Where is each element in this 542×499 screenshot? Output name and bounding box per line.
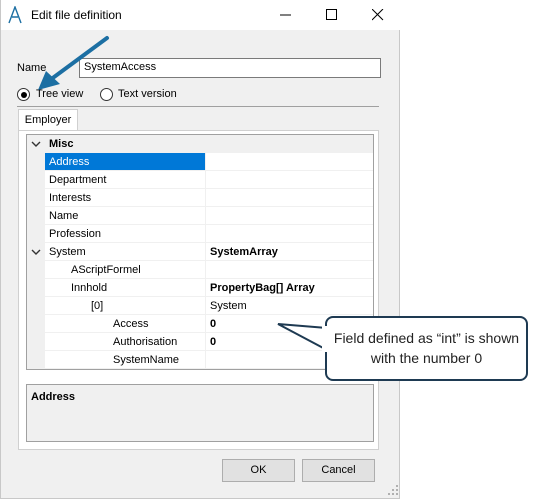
- category-label: Misc: [49, 138, 74, 150]
- close-icon: [372, 9, 384, 21]
- description-title: Address: [31, 391, 76, 403]
- property-row[interactable]: Profession: [27, 225, 373, 243]
- property-row[interactable]: Name: [27, 207, 373, 225]
- property-row[interactable]: Department: [27, 171, 373, 189]
- chevron-down-icon[interactable]: [31, 247, 41, 257]
- property-name: Innhold: [45, 279, 205, 297]
- property-value[interactable]: System: [205, 297, 373, 315]
- minimize-button[interactable]: [263, 0, 309, 30]
- property-value[interactable]: [205, 189, 373, 207]
- cancel-button[interactable]: Cancel: [302, 459, 375, 482]
- callout-pointer-cover: [322, 326, 328, 352]
- callout-note: Field defined as “int” is shown with the…: [325, 316, 528, 381]
- property-name: AScriptFormel: [45, 261, 205, 279]
- property-name: Department: [45, 171, 205, 189]
- minimize-icon: [280, 14, 291, 16]
- property-value[interactable]: SystemArray: [205, 243, 373, 261]
- property-row[interactable]: [0] System: [27, 297, 373, 315]
- property-row[interactable]: Address: [27, 153, 373, 171]
- property-value[interactable]: [205, 153, 373, 171]
- property-name: Name: [45, 207, 205, 225]
- property-row[interactable]: AScriptFormel: [27, 261, 373, 279]
- resize-grip-icon[interactable]: [387, 484, 399, 496]
- property-name: SystemName: [45, 351, 205, 369]
- property-row[interactable]: Interests: [27, 189, 373, 207]
- category-row[interactable]: Misc: [27, 135, 373, 153]
- property-row[interactable]: Innhold PropertyBag[] Array: [27, 279, 373, 297]
- maximize-icon: [326, 9, 337, 20]
- annotation-arrow-icon: [38, 36, 109, 90]
- property-name: Authorisation: [45, 333, 205, 351]
- chevron-down-icon[interactable]: [31, 139, 41, 149]
- ok-button[interactable]: OK: [222, 459, 295, 482]
- property-value[interactable]: [205, 171, 373, 189]
- property-name: Interests: [45, 189, 205, 207]
- property-name: Access: [45, 315, 205, 333]
- property-row[interactable]: System SystemArray: [27, 243, 373, 261]
- property-value[interactable]: [205, 261, 373, 279]
- property-name: System: [45, 243, 205, 261]
- property-name: [0]: [45, 297, 205, 315]
- property-value[interactable]: PropertyBag[] Array: [205, 279, 373, 297]
- close-button[interactable]: [355, 0, 401, 30]
- property-name: Address: [45, 153, 205, 171]
- maximize-button[interactable]: [309, 0, 355, 30]
- property-value[interactable]: [205, 225, 373, 243]
- tab-employer[interactable]: Employer: [18, 109, 78, 130]
- property-name: Profession: [45, 225, 205, 243]
- description-panel: Address: [26, 384, 374, 442]
- property-value[interactable]: [205, 207, 373, 225]
